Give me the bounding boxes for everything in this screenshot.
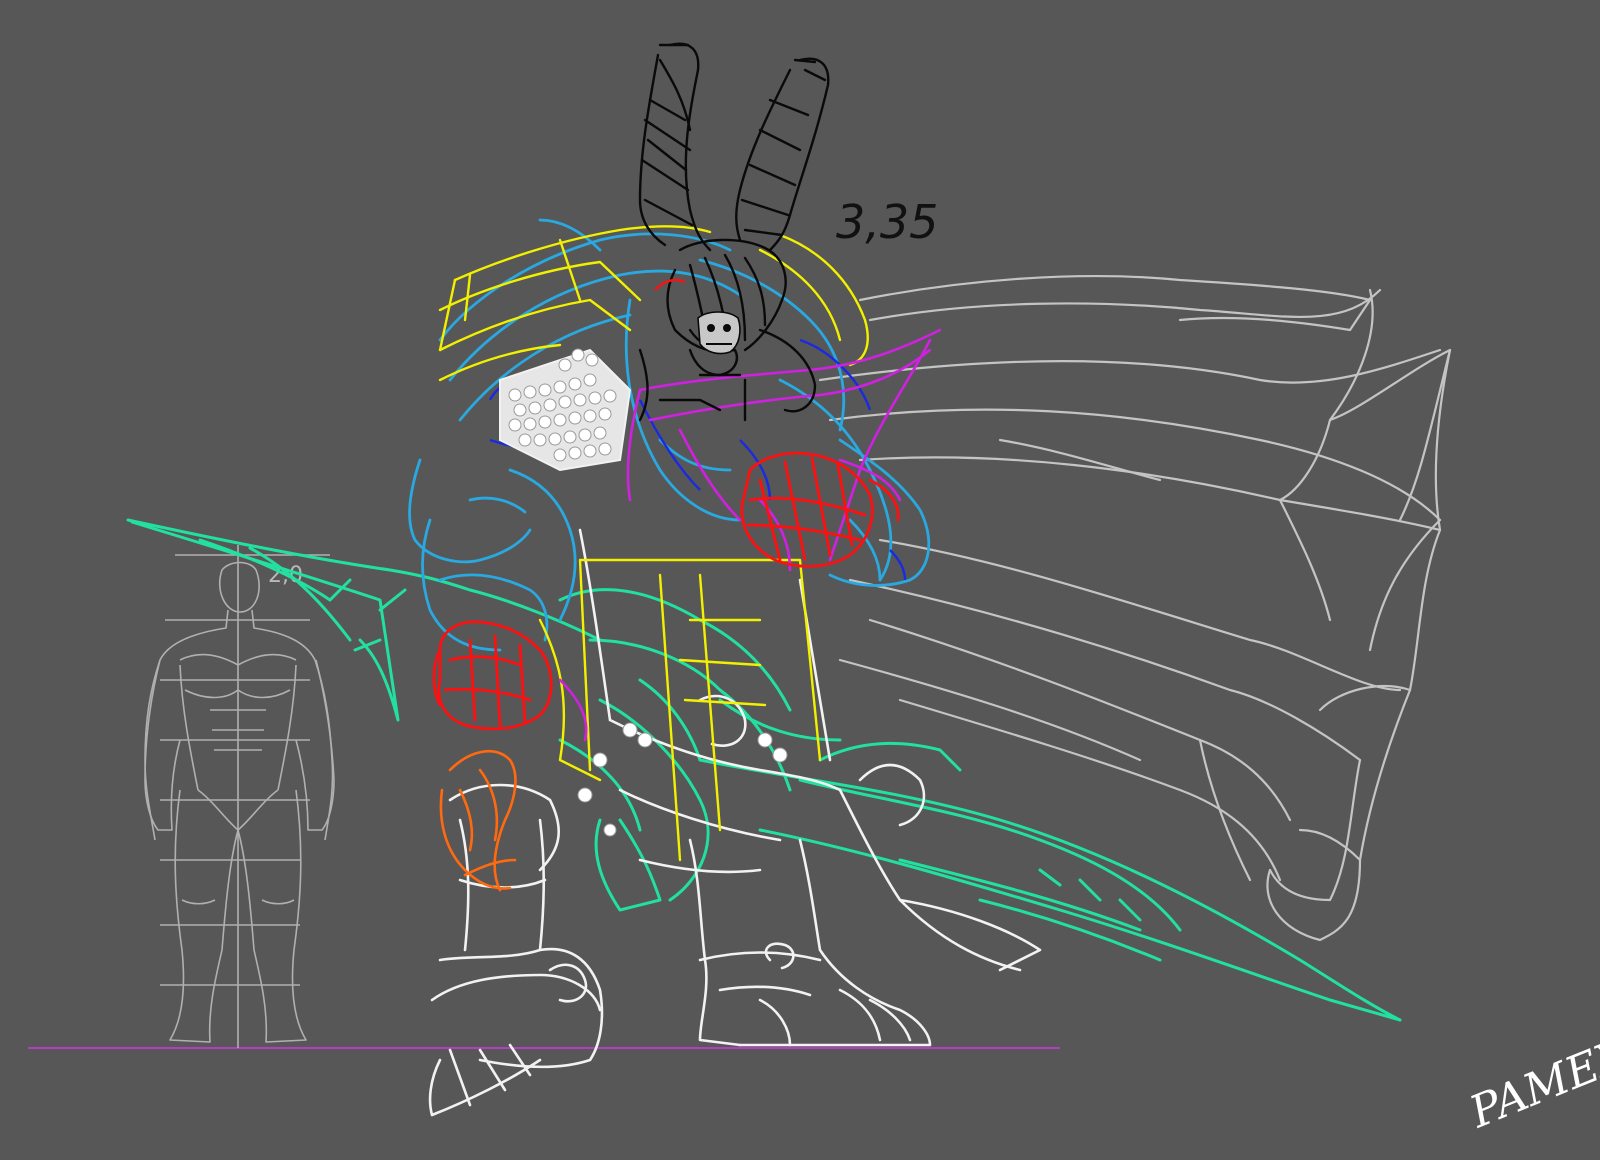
chainmail-hip [577, 722, 788, 837]
artist-signature: PAMEX [1462, 1028, 1600, 1138]
knee-guard [439, 750, 517, 892]
chainmail-patch [499, 348, 632, 472]
signature-text: PAMEX [1462, 1028, 1600, 1138]
concept-sketch: 2,0 3,35 PAMEX [28, 42, 1600, 1139]
shoulder-plates [438, 225, 869, 862]
fists [432, 451, 900, 731]
sketch-canvas: 2,0 3,35 PAMEX [0, 0, 1600, 1160]
skull-mask [697, 311, 741, 355]
horned-helmet [638, 42, 830, 422]
cape [818, 274, 1452, 942]
legs-armor [428, 528, 1042, 1117]
monster-height-label: 3,35 [836, 195, 938, 249]
human-reference-figure [144, 545, 335, 1048]
